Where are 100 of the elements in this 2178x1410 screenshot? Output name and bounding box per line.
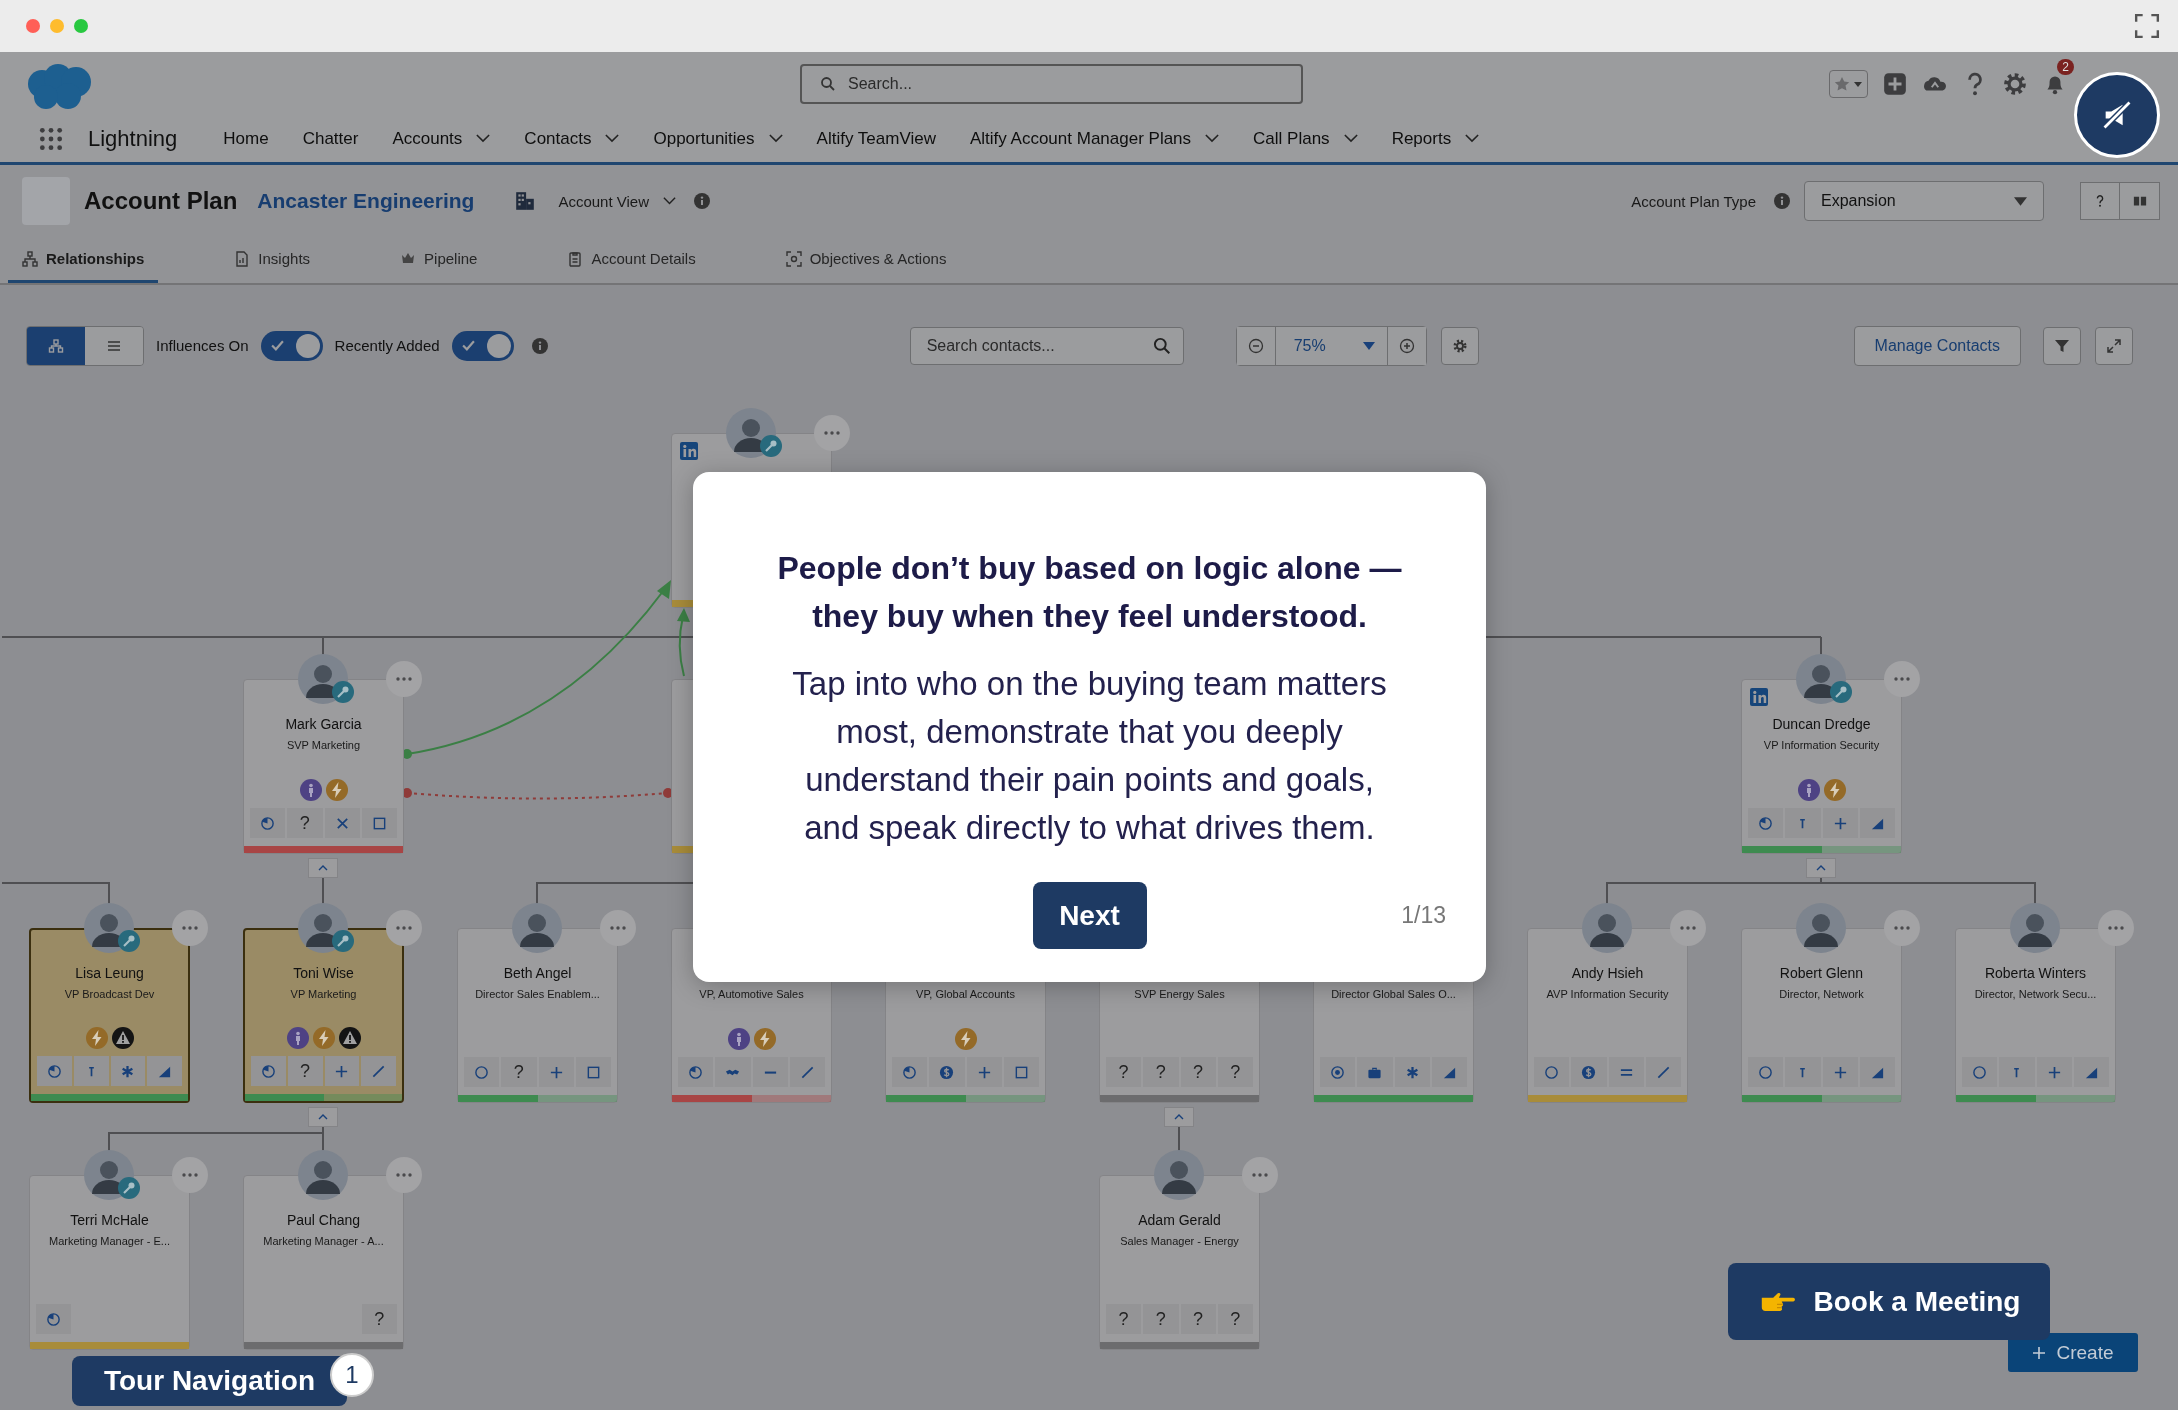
app-launcher-icon[interactable]: [38, 125, 64, 152]
more-button[interactable]: [1884, 910, 1920, 946]
action-button[interactable]: [1859, 1057, 1895, 1087]
chevron-down-icon[interactable]: [768, 134, 783, 143]
action-button[interactable]: [464, 1057, 500, 1087]
nav-item[interactable]: Altify Account Manager Plans: [969, 128, 1192, 149]
more-button[interactable]: [1670, 910, 1706, 946]
action-button[interactable]: [1822, 1057, 1858, 1087]
action-button[interactable]: ?: [1106, 1057, 1142, 1087]
contact-card[interactable]: Duncan Dredge VP Information Security: [1741, 679, 1902, 854]
more-button[interactable]: [172, 1157, 208, 1193]
action-button[interactable]: [929, 1057, 965, 1087]
more-button[interactable]: [1884, 661, 1920, 697]
info-icon[interactable]: [531, 337, 548, 354]
action-button[interactable]: ?: [287, 808, 323, 838]
account-link[interactable]: Ancaster Engineering: [257, 189, 475, 213]
action-button[interactable]: [678, 1057, 714, 1087]
action-button[interactable]: [1608, 1057, 1644, 1087]
action-button[interactable]: [752, 1057, 788, 1087]
contact-card[interactable]: Roberta Winters Director, Network Secu...: [1955, 928, 2116, 1103]
action-button[interactable]: [1003, 1057, 1039, 1087]
collapse-button[interactable]: [1164, 1107, 1194, 1127]
action-button[interactable]: [2036, 1057, 2072, 1087]
nav-item[interactable]: Chatter: [302, 128, 359, 149]
search-field[interactable]: Search...: [800, 63, 1303, 104]
expand-button[interactable]: [2095, 326, 2133, 365]
action-button[interactable]: [37, 1056, 72, 1086]
nav-item[interactable]: Reports: [1391, 128, 1452, 149]
more-button[interactable]: [1242, 1157, 1278, 1193]
more-button[interactable]: [386, 661, 422, 697]
action-button[interactable]: ?: [1106, 1304, 1142, 1334]
action-button[interactable]: [361, 808, 397, 838]
action-button[interactable]: [1748, 808, 1784, 838]
action-button[interactable]: [1320, 1057, 1356, 1087]
nav-item[interactable]: Call Plans: [1253, 128, 1330, 149]
view-selector[interactable]: Account View: [558, 192, 650, 210]
contact-card[interactable]: Mark Garcia SVP Marketing ?: [243, 679, 404, 854]
collapse-button[interactable]: [1806, 858, 1836, 878]
action-button[interactable]: [324, 1056, 360, 1086]
collapse-button[interactable]: [308, 858, 338, 878]
contact-card[interactable]: Lisa Leung VP Broadcast Dev: [29, 928, 190, 1103]
action-button[interactable]: [892, 1057, 928, 1087]
window-controls[interactable]: [26, 19, 88, 33]
more-button[interactable]: [386, 910, 422, 946]
contact-card[interactable]: Adam Gerald Sales Manager - Energy ? ? ? ?: [1099, 1175, 1260, 1350]
action-button[interactable]: [1748, 1057, 1784, 1087]
action-button[interactable]: ?: [1217, 1057, 1253, 1087]
action-button[interactable]: [1859, 808, 1895, 838]
linkedin-icon[interactable]: [680, 442, 698, 460]
action-button[interactable]: [789, 1057, 825, 1087]
action-button[interactable]: [1431, 1057, 1467, 1087]
contact-card[interactable]: Andy Hsieh AVP Information Security: [1527, 928, 1688, 1103]
action-button[interactable]: ?: [361, 1304, 397, 1334]
book-meeting-button[interactable]: Book a Meeting: [1728, 1263, 2050, 1340]
contact-search-input[interactable]: Search contacts...: [924, 335, 1153, 356]
action-button[interactable]: [251, 1056, 286, 1086]
next-button[interactable]: Next: [1032, 882, 1147, 949]
nav-item[interactable]: Contacts: [524, 128, 592, 149]
tab[interactable]: Objectives & Actions: [771, 237, 961, 283]
plan-type-select[interactable]: Expansion: [1804, 181, 2044, 221]
action-button[interactable]: [2073, 1057, 2109, 1087]
tab[interactable]: Insights: [220, 237, 325, 283]
nav-item[interactable]: Accounts: [392, 128, 463, 149]
action-button[interactable]: [1962, 1057, 1998, 1087]
action-button[interactable]: [715, 1057, 751, 1087]
linkedin-icon[interactable]: [1750, 688, 1768, 706]
action-button[interactable]: [1822, 808, 1858, 838]
view-button[interactable]: [85, 326, 143, 365]
action-button[interactable]: [361, 1056, 396, 1086]
chevron-down-icon[interactable]: [1205, 134, 1220, 143]
action-button[interactable]: ?: [1180, 1304, 1216, 1334]
tab[interactable]: Account Details: [553, 237, 710, 283]
contact-card[interactable]: Terri McHale Marketing Manager - E...: [29, 1175, 190, 1350]
nav-item[interactable]: Opportunities: [653, 128, 755, 149]
search-input[interactable]: Search...: [846, 73, 1270, 94]
chevron-down-icon[interactable]: [476, 134, 491, 143]
guide-button[interactable]: [2120, 182, 2160, 220]
contact-card[interactable]: Paul Chang Marketing Manager - A... ?: [243, 1175, 404, 1350]
settings-icon[interactable]: [2002, 70, 2028, 97]
toggle-switch[interactable]: [451, 330, 514, 361]
nav-item[interactable]: Altify TeamView: [816, 128, 936, 149]
more-button[interactable]: [2098, 910, 2134, 946]
action-button[interactable]: [36, 1304, 72, 1334]
contact-card[interactable]: Toni Wise VP Marketing ?: [243, 928, 404, 1103]
action-button[interactable]: ?: [287, 1056, 323, 1086]
chevron-down-icon[interactable]: [1343, 134, 1358, 143]
action-button[interactable]: [575, 1057, 611, 1087]
more-button[interactable]: [172, 910, 208, 946]
chevron-down-icon[interactable]: [663, 197, 677, 205]
action-button[interactable]: [538, 1057, 574, 1087]
action-button[interactable]: [1357, 1057, 1393, 1087]
filter-button[interactable]: [2043, 326, 2081, 365]
action-button[interactable]: [1571, 1057, 1607, 1087]
action-button[interactable]: [1534, 1057, 1570, 1087]
action-button[interactable]: ?: [1143, 1304, 1179, 1334]
view-button[interactable]: [27, 326, 85, 365]
action-button[interactable]: [1645, 1057, 1681, 1087]
favorites-button[interactable]: [1829, 69, 1868, 98]
action-button[interactable]: [1394, 1057, 1430, 1087]
action-button[interactable]: [147, 1056, 182, 1086]
